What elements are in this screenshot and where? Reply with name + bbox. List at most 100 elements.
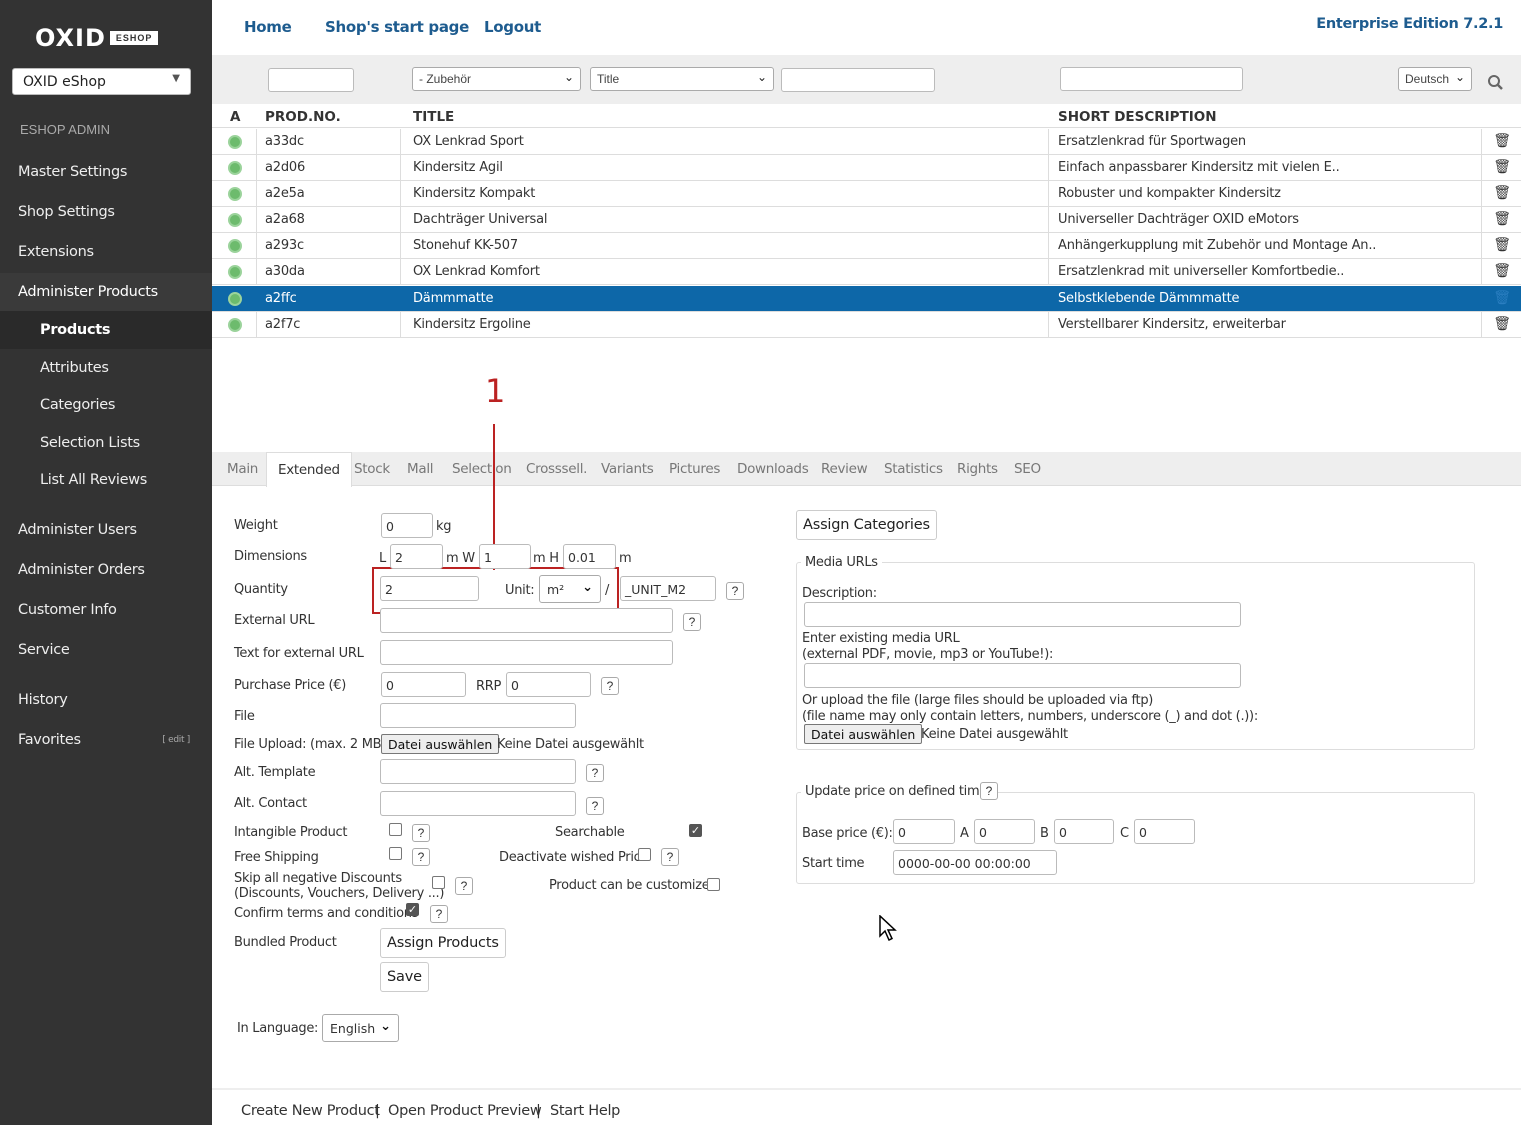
trash-icon[interactable]: 🗑 [1493, 236, 1511, 253]
description-filter-input[interactable] [1060, 67, 1243, 91]
nav-attributes[interactable]: Attributes [0, 349, 212, 387]
row-title[interactable]: Kindersitz Agil [413, 160, 503, 175]
base-price-input[interactable]: 0 [893, 819, 955, 844]
row-description[interactable]: Robuster und kompakter Kindersitz [1058, 186, 1281, 201]
height-input[interactable]: 0.01 [563, 544, 616, 569]
open-product-preview-link[interactable]: Open Product Preview [388, 1103, 542, 1119]
quantity-input[interactable]: 2 [380, 576, 479, 601]
row-prodno[interactable]: a33dc [265, 134, 304, 149]
home-link[interactable]: Home [244, 18, 292, 36]
nav-selection-lists[interactable]: Selection Lists [0, 424, 212, 462]
tab-statistics[interactable]: Statistics [884, 461, 943, 477]
help-icon[interactable]: ? [586, 797, 604, 815]
oxid-logo[interactable]: OXID ESHOP [35, 24, 159, 52]
help-icon[interactable]: ? [601, 677, 619, 695]
help-icon[interactable]: ? [586, 764, 604, 782]
nav-customer-info[interactable]: Customer Info [0, 591, 212, 629]
unit-select[interactable]: m² ⌄ [539, 575, 601, 603]
tab-downloads[interactable]: Downloads [737, 461, 809, 477]
weight-input[interactable]: 0 [381, 513, 433, 538]
help-icon[interactable]: ? [430, 905, 448, 923]
purchase-price-input[interactable]: 0 [381, 672, 466, 697]
row-prodno[interactable]: a2d06 [265, 160, 305, 175]
media-file-choose-button[interactable]: Datei auswählen [804, 724, 923, 744]
favorites-edit-link[interactable]: [ edit ] [162, 721, 190, 759]
trash-icon[interactable]: 🗑 [1493, 132, 1511, 149]
table-row[interactable]: a30da OX Lenkrad Komfort Ersatzlenkrad m… [212, 259, 1521, 285]
tab-crosssell[interactable]: Crosssell. [526, 461, 587, 477]
table-row[interactable]: a2a68 Dachträger Universal Universeller … [212, 207, 1521, 233]
language-select[interactable]: English ⌄ [322, 1014, 399, 1042]
tab-pictures[interactable]: Pictures [669, 461, 720, 477]
col-prodno[interactable]: PROD.NO. [265, 109, 341, 125]
nav-products[interactable]: Products [0, 311, 212, 349]
trash-icon[interactable]: 🗑 [1493, 184, 1511, 201]
nav-administer-users[interactable]: Administer Users [0, 511, 212, 549]
help-icon[interactable]: ? [726, 582, 744, 600]
row-prodno[interactable]: a30da [265, 264, 305, 279]
table-row[interactable]: a2f7c Kindersitz Ergoline Verstellbarer … [212, 312, 1521, 338]
row-description[interactable]: Verstellbarer Kindersitz, erweiterbar [1058, 317, 1286, 332]
row-description[interactable]: Ersatzlenkrad für Sportwagen [1058, 134, 1246, 149]
shop-select[interactable]: OXID eShop ▼ [12, 68, 191, 95]
price-c-input[interactable]: 0 [1134, 819, 1195, 844]
nav-service[interactable]: Service [0, 631, 212, 669]
tab-main[interactable]: Main [227, 461, 258, 477]
confirm-terms-checkbox[interactable]: ✓ [406, 903, 419, 916]
tab-variants[interactable]: Variants [601, 461, 654, 477]
nav-shop-settings[interactable]: Shop Settings [0, 193, 212, 231]
help-icon[interactable]: ? [661, 848, 679, 866]
logout-link[interactable]: Logout [484, 18, 541, 36]
free-shipping-checkbox[interactable] [389, 847, 402, 860]
row-description[interactable]: Anhängerkupplung mit Zubehör und Montage… [1058, 238, 1376, 253]
tab-mall[interactable]: Mall [407, 461, 434, 477]
help-icon[interactable]: ? [455, 877, 473, 895]
width-input[interactable]: 1 [479, 544, 531, 569]
row-title[interactable]: OX Lenkrad Komfort [413, 264, 540, 279]
intangible-checkbox[interactable] [389, 823, 402, 836]
tab-stock[interactable]: Stock [354, 461, 390, 477]
skip-discounts-checkbox[interactable] [432, 876, 445, 889]
start-time-input[interactable]: 0000-00-00 00:00:00 [893, 850, 1057, 875]
external-url-text-input[interactable] [380, 640, 673, 665]
external-url-input[interactable] [380, 608, 673, 633]
nav-favorites[interactable]: Favorites [ edit ] [0, 721, 212, 759]
tab-seo[interactable]: SEO [1014, 461, 1041, 477]
row-title[interactable]: Dachträger Universal [413, 212, 547, 227]
trash-icon[interactable]: 🗑 [1493, 210, 1511, 227]
searchable-checkbox[interactable]: ✓ [689, 824, 702, 837]
tab-rights[interactable]: Rights [957, 461, 998, 477]
row-prodno[interactable]: a2a68 [265, 212, 305, 227]
create-new-product-link[interactable]: Create New Product [241, 1103, 380, 1119]
rrp-input[interactable]: 0 [506, 672, 591, 697]
trash-icon[interactable]: 🗑 [1493, 315, 1511, 332]
alt-template-input[interactable] [380, 759, 576, 784]
field-filter-select[interactable]: Title ⌄ [590, 67, 774, 91]
alt-contact-input[interactable] [380, 791, 576, 816]
title-filter-input[interactable] [781, 68, 935, 92]
help-icon[interactable]: ? [412, 824, 430, 842]
unit-custom-input[interactable]: _UNIT_M2 [620, 576, 716, 601]
price-b-input[interactable]: 0 [1054, 819, 1114, 844]
table-row[interactable]: a2d06 Kindersitz Agil Einfach anpassbare… [212, 155, 1521, 181]
file-choose-button[interactable]: Datei auswählen [381, 734, 500, 754]
table-row[interactable]: a293c Stonehuf KK-507 Anhängerkupplung m… [212, 233, 1521, 259]
media-url-input[interactable] [804, 663, 1241, 688]
assign-products-button[interactable]: Assign Products [380, 928, 506, 958]
media-description-input[interactable] [804, 602, 1241, 627]
row-title[interactable]: Stonehuf KK-507 [413, 238, 518, 253]
row-description[interactable]: Ersatzlenkrad mit universeller Komfortbe… [1058, 264, 1344, 279]
tab-extended[interactable]: Extended [266, 452, 352, 487]
table-row-selected[interactable]: a2ffc Dämmmatte Selbstklebende Dämmmatte… [212, 286, 1521, 312]
row-title[interactable]: Kindersitz Ergoline [413, 317, 531, 332]
col-title[interactable]: TITLE [413, 109, 454, 125]
col-short-description[interactable]: SHORT DESCRIPTION [1058, 109, 1217, 125]
row-title[interactable]: Dämmmatte [413, 291, 494, 306]
price-a-input[interactable]: 0 [974, 819, 1035, 844]
help-icon[interactable]: ? [980, 782, 998, 800]
table-row[interactable]: a33dc OX Lenkrad Sport Ersatzlenkrad für… [212, 129, 1521, 155]
row-description[interactable]: Selbstklebende Dämmmatte [1058, 291, 1240, 306]
file-input[interactable] [380, 703, 576, 728]
row-title[interactable]: Kindersitz Kompakt [413, 186, 535, 201]
row-prodno[interactable]: a2e5a [265, 186, 305, 201]
